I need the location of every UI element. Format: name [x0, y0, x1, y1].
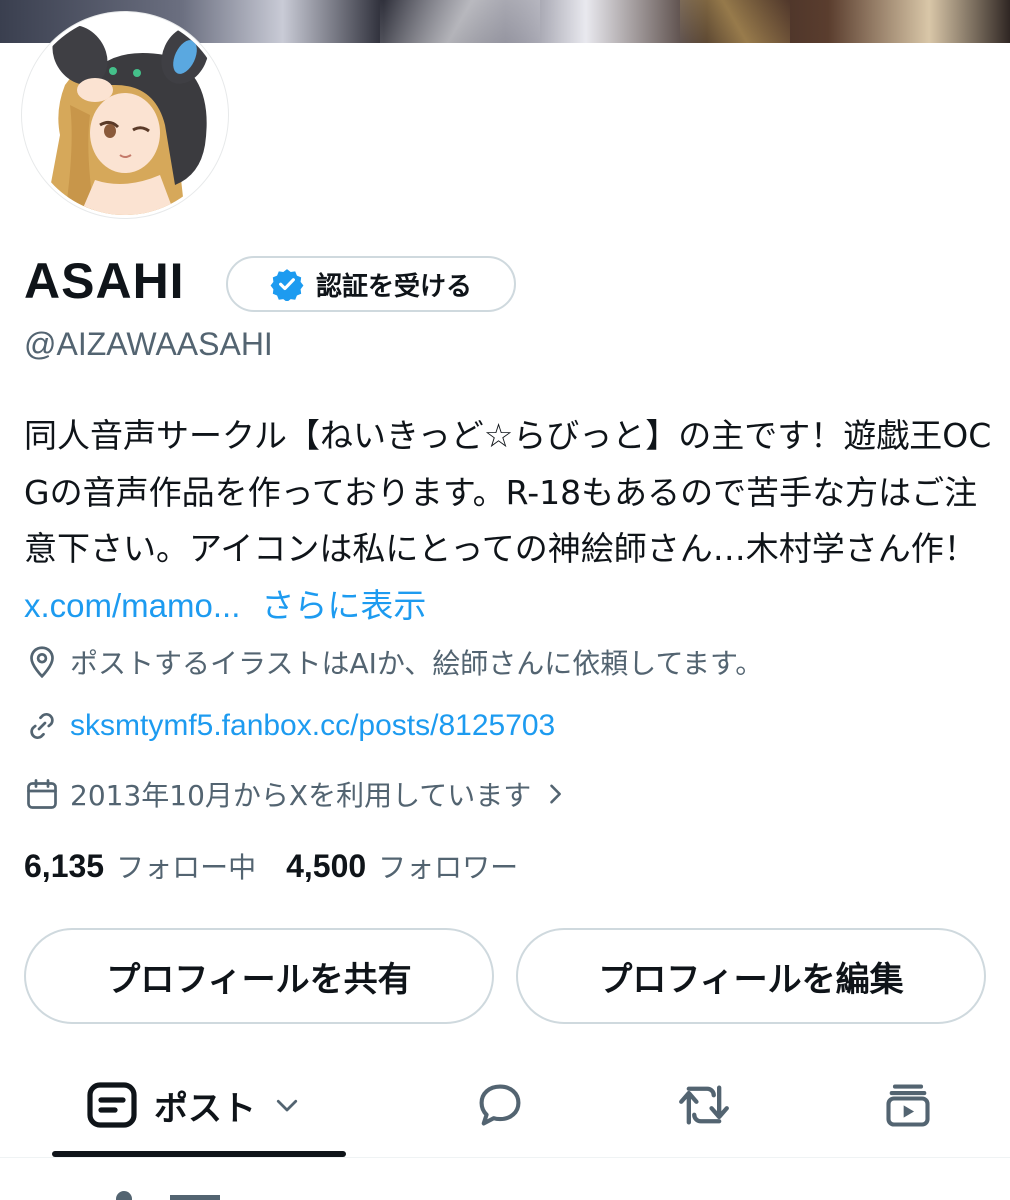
follow-counts: 6,135 フォロー中 4,500 フォロワー	[24, 846, 518, 886]
bio-link[interactable]: x.com/mamo...	[24, 587, 240, 624]
followers-count: 4,500	[286, 848, 367, 884]
profile-tabs: ポスト	[0, 1060, 1010, 1158]
bio-text: 同人音声サークル【ねいきっど☆らびっと】の主です！遊戯王OCGの音声作品を作って…	[24, 416, 992, 568]
banner-highlight	[380, 0, 540, 43]
profile-handle: @AIZAWAASAHI	[24, 326, 273, 362]
tab-media[interactable]	[868, 1060, 948, 1150]
chevron-down-icon[interactable]	[272, 1090, 302, 1120]
get-verified-button[interactable]: 認証を受ける	[226, 256, 516, 312]
joined-row[interactable]: 2013年10月からXを利用しています	[24, 774, 569, 814]
get-verified-label: 認証を受ける	[315, 271, 472, 302]
person-icon	[116, 1191, 220, 1200]
tabs-divider	[0, 1157, 1010, 1158]
replies-icon	[479, 1084, 521, 1126]
website-link[interactable]: sksmtymf5.fanbox.cc/posts/8125703	[70, 709, 555, 743]
next-post-preview	[110, 1186, 230, 1200]
profile-name: ASAHI	[24, 253, 185, 309]
calendar-icon	[27, 779, 57, 809]
media-icon	[886, 1084, 930, 1127]
share-profile-button[interactable]: プロフィールを共有	[24, 928, 494, 1024]
joined-text: 2013年10月からXを利用しています	[70, 779, 532, 812]
verified-badge-icon	[270, 269, 304, 301]
tab-reposts[interactable]	[664, 1060, 744, 1150]
following-count: 6,135	[24, 848, 105, 884]
followers-label: フォロワー	[378, 851, 519, 884]
edit-profile-button[interactable]: プロフィールを編集	[516, 928, 986, 1024]
avatar-illustration	[25, 15, 225, 215]
following-stat[interactable]: 6,135 フォロー中	[24, 846, 256, 886]
following-label: フォロー中	[116, 851, 257, 884]
location-pin-icon	[30, 646, 54, 679]
profile-avatar[interactable]	[22, 12, 228, 218]
chevron-right-icon	[550, 784, 562, 804]
tab-posts-label: ポスト	[154, 1088, 256, 1129]
followers-stat[interactable]: 4,500 フォロワー	[286, 846, 518, 886]
website-row[interactable]: sksmtymf5.fanbox.cc/posts/8125703	[24, 708, 555, 744]
tab-replies[interactable]	[460, 1060, 540, 1150]
profile-bio: 同人音声サークル【ねいきっど☆らびっと】の主です！遊戯王OCGの音声作品を作って…	[24, 408, 994, 634]
link-icon	[30, 712, 54, 740]
show-more-link[interactable]: さらに表示	[261, 587, 426, 624]
posts-icon	[87, 1082, 137, 1128]
location-text: ポストするイラストはAIか、絵師さんに依頼してます。	[70, 647, 764, 680]
banner-highlight	[680, 0, 790, 43]
reposts-icon	[679, 1085, 729, 1125]
tab-posts[interactable]: ポスト	[86, 1060, 326, 1150]
location-row: ポストするイラストはAIか、絵師さんに依頼してます。	[24, 642, 763, 682]
